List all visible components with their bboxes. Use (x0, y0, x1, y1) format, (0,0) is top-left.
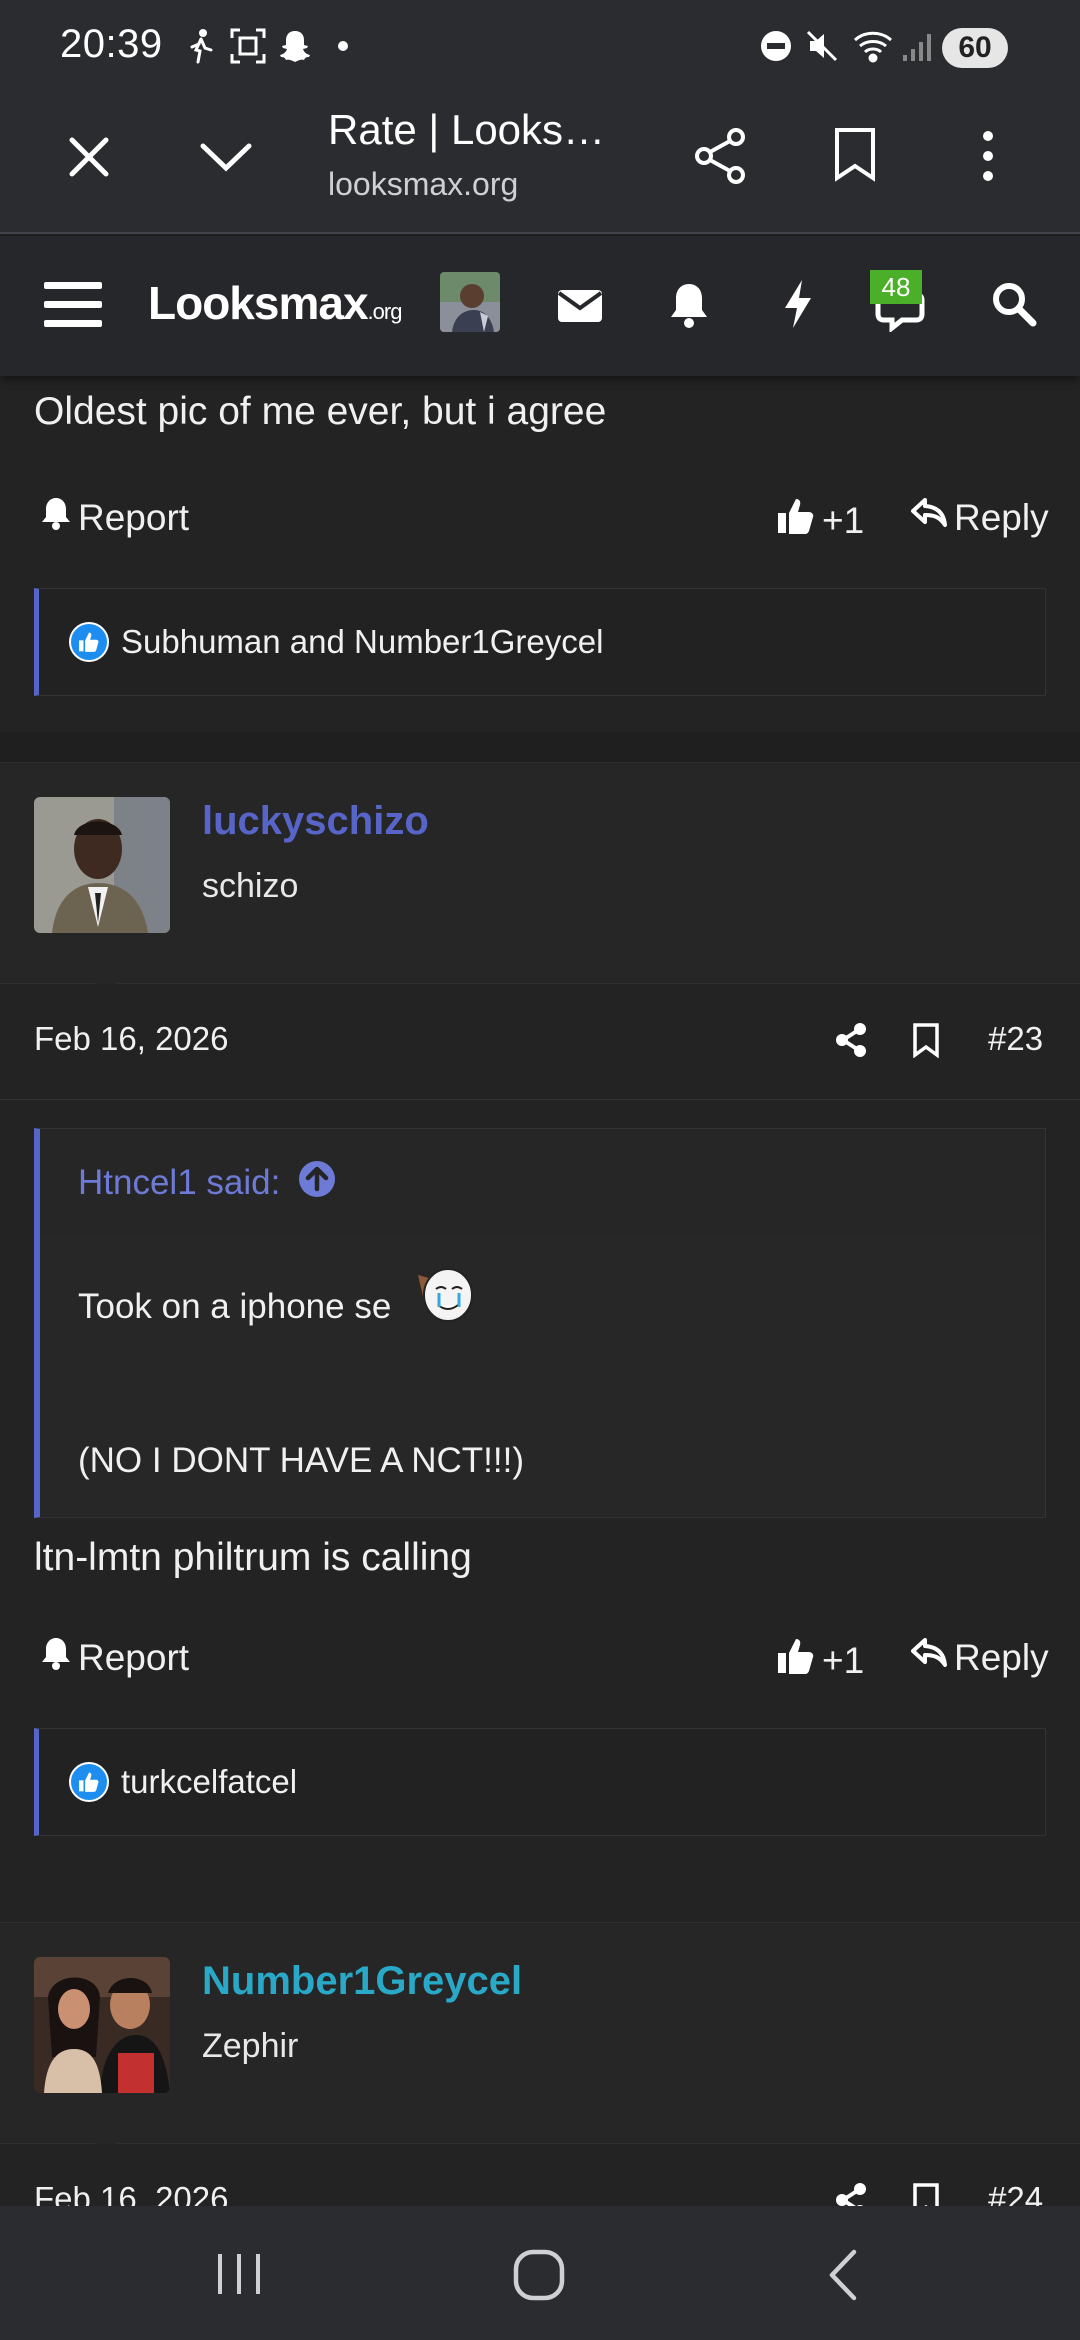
like-button[interactable]: +1 (776, 1636, 864, 1685)
quote-block: Htncel1 said: Took on a iphone se (NO I … (34, 1128, 1046, 1518)
post-meta: Feb 16, 2026 #24 (0, 2144, 1080, 2206)
reactions-bar[interactable]: Subhuman and Number1Greycel (34, 588, 1046, 696)
share-icon[interactable] (692, 126, 750, 191)
home-icon[interactable] (512, 2248, 566, 2307)
like-reaction-icon (69, 1762, 109, 1802)
crying-emoji-icon (410, 1261, 478, 1334)
battery-indicator: 60 (942, 28, 1008, 68)
report-button[interactable]: Report (40, 1636, 189, 1679)
report-button[interactable]: Report (40, 496, 189, 539)
menu-icon[interactable] (44, 280, 102, 335)
post-24-user-header: Number1Greycel Zephir (0, 1922, 1080, 2151)
post-24: Feb 16, 2026 #24 (0, 2144, 1080, 2206)
mail-icon[interactable] (556, 286, 604, 331)
like-reaction-icon (69, 622, 109, 662)
thumbs-up-icon (776, 1636, 816, 1685)
bell-icon (40, 1636, 72, 1679)
user-title: Zephir (202, 2027, 299, 2065)
username[interactable]: luckyschizo (202, 799, 429, 844)
report-label: Report (78, 496, 190, 538)
browser-toolbar: Rate | Looks… looksmax.org (0, 96, 1080, 234)
report-label: Report (78, 1636, 190, 1678)
user-avatar[interactable] (34, 1957, 170, 2093)
thumbs-up-icon (776, 496, 816, 545)
post-body: Oldest pic of me ever, but i agree (34, 390, 607, 433)
quote-body: Took on a iphone se (NO I DONT HAVE A NC… (40, 1237, 1045, 1517)
reactions-bar[interactable]: turkcelfatcel (34, 1728, 1046, 1836)
post-body: ltn-lmtn philtrum is calling (34, 1536, 472, 1579)
reactions-text: Subhuman and Number1Greycel (121, 623, 604, 660)
url-text[interactable]: looksmax.org (328, 166, 518, 203)
logo-suffix: .org (367, 299, 403, 324)
reply-label: Reply (954, 496, 1049, 538)
reply-icon (910, 1636, 948, 1679)
page-title[interactable]: Rate | Looks… (328, 106, 628, 154)
reply-button[interactable]: Reply (910, 1636, 1049, 1679)
reply-icon (910, 496, 948, 539)
chevron-down-icon[interactable] (198, 136, 254, 181)
share-icon[interactable] (834, 1022, 868, 1063)
snapchat-icon (276, 26, 314, 66)
screenshot-icon (228, 26, 268, 66)
conversations-badge: 48 (870, 270, 922, 304)
thread-content: Oldest pic of me ever, but i agree Repor… (0, 376, 1080, 2206)
post-date[interactable]: Feb 16, 2026 (34, 2180, 229, 2206)
back-icon[interactable] (824, 2248, 864, 2307)
signal-icon (900, 26, 936, 66)
recent-apps-icon[interactable] (214, 2252, 264, 2301)
search-icon[interactable] (990, 280, 1038, 333)
mute-icon (804, 26, 840, 66)
post-date[interactable]: Feb 16, 2026 (34, 1020, 229, 1058)
arrow-up-circle-icon[interactable] (298, 1160, 336, 1207)
post-meta: Feb 16, 2026 #23 (0, 984, 1080, 1100)
close-icon[interactable] (64, 132, 114, 187)
quote-text-line2: (NO I DONT HAVE A NCT!!!) (78, 1441, 524, 1480)
site-header: Looksmax.org 48 (0, 236, 1080, 376)
dot-icon (336, 26, 350, 66)
more-vert-icon[interactable] (976, 126, 1000, 191)
like-button[interactable]: +1 (776, 496, 864, 545)
site-logo[interactable]: Looksmax.org (148, 276, 403, 330)
bookmark-icon[interactable] (912, 1022, 940, 1063)
quote-text-line1: Took on a iphone se (78, 1287, 392, 1326)
reactions-text: turkcelfatcel (121, 1763, 298, 1800)
bookmark-icon[interactable] (912, 2182, 940, 2206)
system-nav-bar (0, 2206, 1080, 2340)
like-count: +1 (822, 1639, 865, 1681)
wifi-icon (850, 26, 896, 66)
bookmark-icon[interactable] (832, 126, 878, 187)
like-count: +1 (822, 499, 865, 541)
reply-label: Reply (954, 1636, 1049, 1678)
avatar[interactable] (440, 272, 500, 332)
post-number[interactable]: #23 (988, 1020, 1043, 1058)
logo-main: Looksmax (148, 277, 369, 329)
status-time: 20:39 (60, 22, 163, 66)
post-number[interactable]: #24 (988, 2180, 1043, 2206)
user-avatar[interactable] (34, 797, 170, 933)
post-23-user-header: luckyschizo schizo (0, 762, 1080, 991)
walk-icon (186, 26, 216, 66)
post-22: Oldest pic of me ever, but i agree Repor… (0, 376, 1080, 732)
bolt-icon[interactable] (782, 278, 814, 335)
bell-icon[interactable] (668, 280, 710, 335)
quote-author[interactable]: Htncel1 said: (78, 1163, 280, 1203)
user-title: schizo (202, 867, 299, 905)
reply-button[interactable]: Reply (910, 496, 1049, 539)
bell-icon (40, 496, 72, 539)
share-icon[interactable] (834, 2182, 868, 2206)
username[interactable]: Number1Greycel (202, 1959, 522, 2004)
quote-header[interactable]: Htncel1 said: (40, 1129, 1045, 1237)
status-bar: 20:39 60 (0, 0, 1080, 96)
dnd-icon (758, 26, 794, 66)
